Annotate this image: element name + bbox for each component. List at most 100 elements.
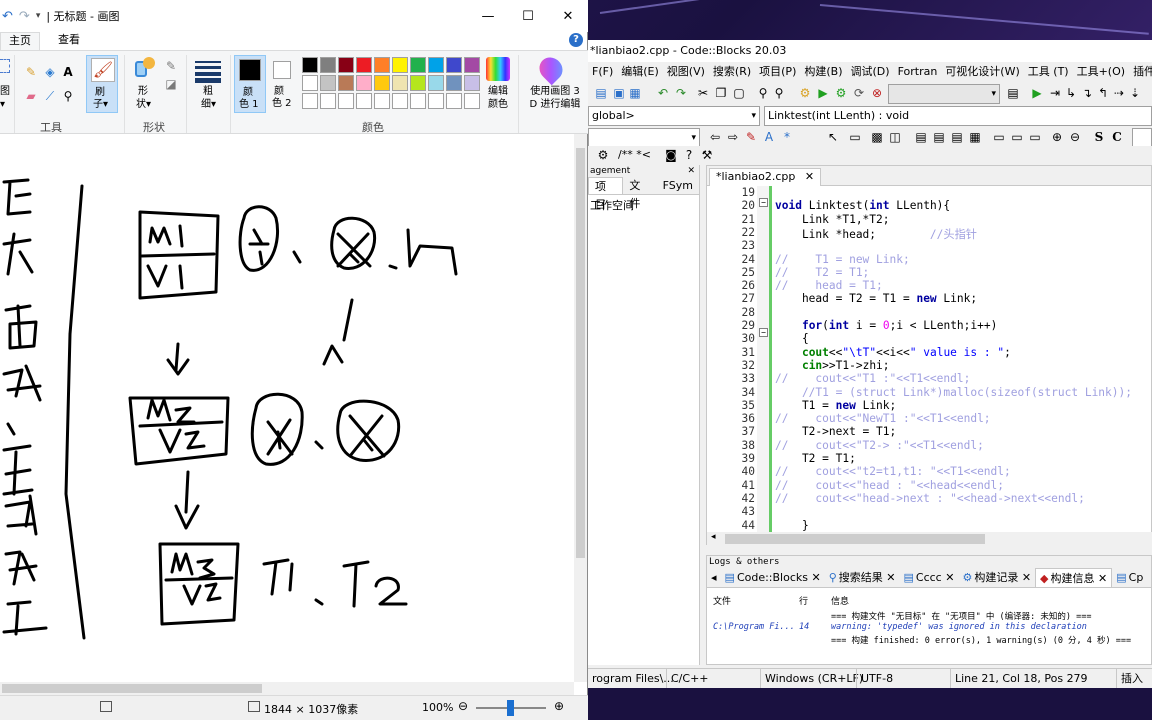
minimize-button[interactable]: — [468, 0, 508, 32]
function-combo[interactable]: Linktest(int LLenth) : void [764, 106, 1152, 126]
palette-color-swatch[interactable] [302, 75, 318, 91]
text-icon[interactable]: A [61, 65, 75, 79]
logs-tab-close-icon[interactable]: ✕ [942, 571, 954, 584]
menu-item[interactable]: 工具+(O) [1073, 62, 1129, 82]
logs-tab-close-icon[interactable]: ✕ [1018, 571, 1031, 584]
palette-color-swatch[interactable] [392, 57, 408, 73]
log-cell-msg[interactable]: === 构建文件 "无目标" 在 "无项目" 中 (编译器: 未知的) === [831, 610, 1091, 622]
canvas-horizontal-scroll-thumb[interactable] [2, 684, 262, 693]
undo-icon[interactable]: ↶ [656, 86, 670, 100]
zoom-out-icon[interactable]: ⊖ [1068, 130, 1082, 144]
step-into-icon[interactable]: ↴ [1080, 86, 1094, 100]
build-icon[interactable]: ⚙ [798, 86, 812, 100]
shape3-icon[interactable]: ▭ [1028, 130, 1042, 144]
tab-home[interactable]: 主页 [0, 32, 40, 50]
palette-color-swatch[interactable] [446, 57, 462, 73]
logs-tab[interactable]: ⚲ 搜索结果 ✕ [825, 568, 900, 587]
menu-item[interactable]: 工具 (T) [1024, 62, 1073, 82]
wildcard-icon[interactable]: * [780, 130, 794, 144]
logs-tab-close-icon[interactable]: ✕ [808, 571, 820, 584]
customize-dropdown-icon[interactable]: ▾ [36, 11, 41, 21]
menu-item[interactable]: 构建(B) [800, 62, 846, 82]
menu-item[interactable]: Fortran [894, 62, 942, 82]
custom-color-swatch[interactable] [338, 93, 354, 109]
workspace-tree-item[interactable]: 工作空间 [588, 195, 699, 215]
editor-tab-lianbiao2[interactable]: *lianbiao2.cpp ✕ [709, 168, 822, 186]
zoom-in-icon[interactable]: ⊕ [1050, 130, 1064, 144]
palette-color-swatch[interactable] [356, 75, 372, 91]
canvas-vertical-scroll-thumb[interactable] [576, 148, 585, 558]
jump-back-icon[interactable]: ⇦ [708, 130, 722, 144]
tab-view[interactable]: 查看 [50, 32, 88, 50]
scope-combo[interactable]: global> ▾ [588, 106, 760, 126]
shape1-icon[interactable]: ▭ [992, 130, 1006, 144]
custom-color-swatch[interactable] [446, 93, 462, 109]
run-to-cursor-icon[interactable]: ⇥ [1048, 86, 1062, 100]
abort-icon[interactable]: ⊗ [870, 86, 884, 100]
log-cell-line[interactable]: 14 [799, 622, 809, 632]
find-icon[interactable]: ⚲ [756, 86, 770, 100]
doxy-comment-button[interactable]: /** *< [618, 148, 651, 161]
palette-color-swatch[interactable] [428, 57, 444, 73]
select-icon[interactable] [0, 59, 10, 73]
brush-button[interactable]: 🖌 刷 子▾ [86, 55, 118, 113]
save-all-icon[interactable]: ▦ [628, 86, 642, 100]
help-icon[interactable]: ? [569, 33, 583, 47]
menu-item[interactable]: 调试(D) [847, 62, 894, 82]
menu-item[interactable]: 项目(P) [755, 62, 800, 82]
menu-item[interactable]: 插件(E) [1129, 62, 1152, 82]
editor-tab-close-icon[interactable]: ✕ [805, 170, 814, 183]
shape2-icon[interactable]: ▭ [1010, 130, 1024, 144]
doxy-help-icon[interactable]: ? [682, 148, 696, 162]
logs-tab-close-icon[interactable]: ✕ [883, 571, 895, 584]
palette-color-swatch[interactable] [464, 57, 480, 73]
paint3d-icon[interactable] [534, 52, 568, 86]
custom-color-swatch[interactable] [356, 93, 372, 109]
image-group-dropdown[interactable]: ▾ [0, 98, 5, 111]
log-cell-file[interactable]: C:\Program Fi... [713, 622, 795, 632]
palette-color-swatch[interactable] [428, 75, 444, 91]
cut-icon[interactable]: ✂ [696, 86, 710, 100]
palette-color-swatch[interactable] [374, 57, 390, 73]
regex-icon[interactable]: A [762, 130, 776, 144]
doxy-run-icon[interactable]: ⚙ [596, 148, 610, 162]
eraser-icon[interactable]: ▰ [24, 89, 38, 103]
fold-marker[interactable]: − [759, 328, 768, 337]
palette-color-swatch[interactable] [374, 75, 390, 91]
menu-item[interactable]: 可视化设计(W) [941, 62, 1023, 82]
save-icon[interactable]: ▣ [612, 86, 626, 100]
palette-color-swatch[interactable] [320, 57, 336, 73]
fill-icon[interactable]: ◈ [43, 65, 57, 79]
next-instruction-icon[interactable]: ⇢ [1112, 86, 1126, 100]
logs-tab-close-icon[interactable]: ✕ [1095, 572, 1107, 585]
color1-button[interactable]: 颜 色 1 [234, 55, 266, 113]
outline-icon[interactable]: ✎ [164, 59, 178, 73]
palette-color-swatch[interactable] [302, 57, 318, 73]
editor-horizontal-scrollbar[interactable]: ◂ [707, 532, 1152, 546]
close-button[interactable]: ✕ [548, 0, 588, 32]
search-combo[interactable]: ▾ [588, 128, 700, 148]
scroll-left-arrow[interactable]: ◂ [711, 532, 716, 542]
magnifier-icon[interactable]: ⚲ [61, 89, 75, 103]
step-out-icon[interactable]: ↰ [1096, 86, 1110, 100]
replace-icon[interactable]: ⚲ [772, 86, 786, 100]
class-icon[interactable]: C [1110, 130, 1124, 144]
fold-marker[interactable]: − [759, 198, 768, 207]
color-picker-icon[interactable]: ⟋ [43, 89, 57, 103]
log-cell-msg[interactable]: === 构建 finished: 0 error(s), 1 warning(s… [831, 634, 1131, 646]
custom-color-swatch[interactable] [464, 93, 480, 109]
shapes-icon[interactable] [133, 57, 157, 81]
step-instruction-icon[interactable]: ⇣ [1128, 86, 1142, 100]
palette-color-swatch[interactable] [410, 75, 426, 91]
rect-icon[interactable]: ▭ [848, 130, 862, 144]
custom-color-swatch[interactable] [320, 93, 336, 109]
run-icon[interactable]: ▶ [816, 86, 830, 100]
redo-icon[interactable]: ↷ [19, 9, 30, 24]
paint3d-label[interactable]: 使用画图 3 [523, 85, 587, 98]
size-icon[interactable] [195, 59, 221, 83]
logs-tab[interactable]: ▤ Cccc ✕ [900, 568, 959, 587]
layout1-icon[interactable]: ▤ [914, 130, 928, 144]
management-close-icon[interactable]: ✕ [687, 165, 695, 177]
paint3d-label-2[interactable]: D 进行编辑 [523, 98, 587, 111]
maximize-button[interactable]: ☐ [508, 0, 548, 32]
